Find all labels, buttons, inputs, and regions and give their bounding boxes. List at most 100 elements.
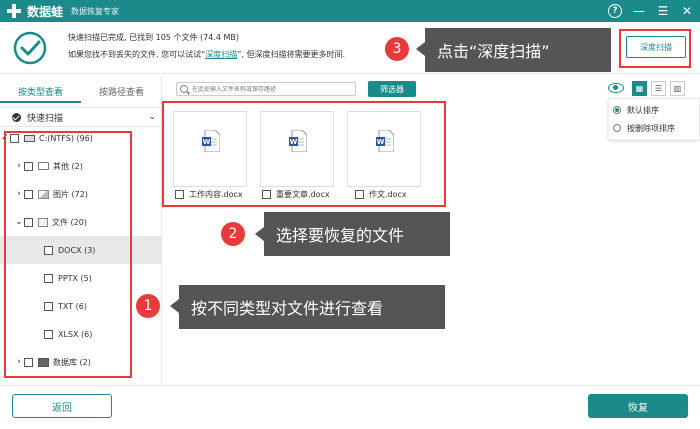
file-name: 重要文章.docx [276, 189, 330, 199]
recover-button[interactable]: 恢复 [588, 394, 688, 418]
filter-button[interactable]: 筛选器 [368, 81, 416, 97]
tree-item-drive-c[interactable]: ✓ C:(NTFS) (96) [0, 124, 161, 152]
document-icon [38, 217, 48, 227]
scan-result-text: 快速扫描已完成, 已找到 105 个文件 (74.4 MB) [68, 33, 239, 42]
checkbox[interactable] [262, 189, 271, 199]
checkbox[interactable] [44, 245, 53, 255]
minimize-button[interactable]: — [632, 4, 646, 18]
tab-by-path[interactable]: 按路径查看 [81, 83, 162, 103]
expand-arrow-icon[interactable]: ⌄ [14, 217, 24, 227]
step-badge-2: 2 [221, 222, 245, 246]
tree-item-label: XLSX (6) [58, 329, 93, 339]
drive-icon [24, 134, 35, 142]
file-card[interactable]: W [173, 111, 247, 187]
detail-view-button[interactable]: ▥ [670, 81, 685, 96]
checkbox[interactable] [355, 189, 364, 199]
list-view-button[interactable]: ☰ [651, 81, 666, 96]
deep-scan-button[interactable]: 深度扫描 [626, 36, 686, 58]
help-icon: ? [608, 4, 622, 18]
checkbox[interactable] [44, 329, 53, 339]
search-input[interactable] [192, 85, 352, 93]
tree-item-label: 其他 (2) [53, 161, 83, 171]
sort-option-deleted[interactable]: 按删除项排序 [613, 120, 675, 136]
help-button[interactable]: ? [608, 4, 622, 18]
app-logo-icon [6, 3, 22, 19]
checkbox[interactable] [24, 161, 33, 171]
image-icon [38, 189, 49, 199]
radio-button[interactable] [613, 106, 621, 114]
callout-pointer [170, 299, 179, 313]
check-icon [12, 112, 21, 122]
chevron-down-icon: ⌄ [148, 112, 156, 122]
svg-text:W: W [290, 138, 298, 146]
expand-arrow-icon[interactable]: › [14, 357, 24, 367]
checkbox[interactable] [44, 273, 53, 283]
tree-item-other[interactable]: › 其他 (2) [0, 152, 161, 180]
file-name: 工作内容.docx [189, 189, 243, 199]
tree-item-label: DOCX (3) [58, 245, 96, 255]
sort-option-default[interactable]: 默认排序 [613, 102, 659, 118]
checkbox[interactable] [10, 133, 19, 143]
step-badge-3: 3 [385, 37, 409, 61]
app-subtitle: 数据恢复专家 [71, 6, 120, 16]
tree-item-images[interactable]: › 图片 (72) [0, 180, 161, 208]
deep-scan-link[interactable]: 深度扫描 [205, 50, 237, 59]
file-card[interactable]: W [347, 111, 421, 187]
search-icon [180, 85, 188, 93]
checkbox[interactable] [24, 217, 33, 227]
tree-item-database[interactable]: › 数据库 (2) [0, 348, 161, 376]
deep-scan-hint: 如果您找不到丢失的文件, 您可以试试“深度扫描”, 但深度扫描将需要更多时间. [68, 50, 346, 59]
tree-item-label: C:(NTFS) (96) [39, 133, 93, 143]
svg-text:W: W [377, 138, 385, 146]
radio-button[interactable] [613, 124, 621, 132]
tree-item-label: 文件 (20) [52, 217, 87, 227]
sort-menu: 默认排序 按删除项排序 [608, 98, 700, 140]
tab-by-type[interactable]: 按类型查看 [0, 83, 81, 103]
checkbox[interactable] [24, 189, 33, 199]
tree-item-label: 数据库 (2) [53, 357, 91, 367]
file-item[interactable]: 重要文章.docx [262, 188, 330, 200]
grid-view-button[interactable]: ▦ [632, 81, 647, 96]
tree-item-xlsx[interactable]: XLSX (6) [0, 320, 161, 348]
file-item[interactable]: 工作内容.docx [175, 188, 243, 200]
quick-scan-label: 快速扫描 [27, 113, 64, 124]
svg-text:W: W [203, 138, 211, 146]
file-name: 作文.docx [369, 189, 407, 199]
step-badge-1: 1 [136, 294, 160, 318]
title-bar: 数据蛙 数据恢复专家 ? — ☰ ✕ [0, 0, 700, 22]
file-card[interactable]: W [260, 111, 334, 187]
word-document-icon: W [289, 130, 307, 152]
back-button[interactable]: 返回 [12, 394, 112, 418]
tree-item-label: PPTX (5) [58, 273, 92, 283]
checkbox[interactable] [175, 189, 184, 199]
checkbox[interactable] [44, 301, 53, 311]
view-tabs: 按类型查看 按路径查看 [0, 83, 162, 103]
database-icon [38, 357, 49, 367]
callout-view-by-type: 按不同类型对文件进行查看 [179, 285, 445, 329]
tree-item-label: 图片 (72) [53, 189, 88, 199]
word-document-icon: W [376, 130, 394, 152]
expand-arrow-icon[interactable]: › [14, 189, 24, 199]
close-button[interactable]: ✕ [680, 4, 694, 18]
tree-item-documents[interactable]: ⌄ 文件 (20) [0, 208, 161, 236]
callout-select-files: 选择要恢复的文件 [264, 212, 450, 256]
file-item[interactable]: 作文.docx [355, 188, 407, 200]
checkbox[interactable] [24, 357, 33, 367]
folder-icon [38, 162, 49, 170]
eye-icon[interactable] [608, 83, 624, 93]
callout-pointer [416, 42, 425, 56]
search-box [176, 82, 356, 96]
tree-item-pptx[interactable]: PPTX (5) [0, 264, 161, 292]
app-title: 数据蛙 [27, 4, 64, 19]
window-controls: ? — ☰ ✕ [608, 0, 694, 22]
footer-bar: 返回 恢复 [0, 385, 700, 429]
scan-complete-check-icon [13, 31, 47, 65]
word-document-icon: W [202, 130, 220, 152]
tree-item-label: TXT (6) [58, 301, 87, 311]
expand-arrow-icon[interactable]: › [14, 161, 24, 171]
expand-arrow-icon[interactable]: ✓ [0, 133, 10, 143]
callout-deep-scan: 点击“深度扫描” [425, 28, 611, 72]
menu-button[interactable]: ☰ [656, 4, 670, 18]
tree-item-docx[interactable]: DOCX (3) [0, 236, 161, 264]
callout-pointer [255, 227, 264, 241]
